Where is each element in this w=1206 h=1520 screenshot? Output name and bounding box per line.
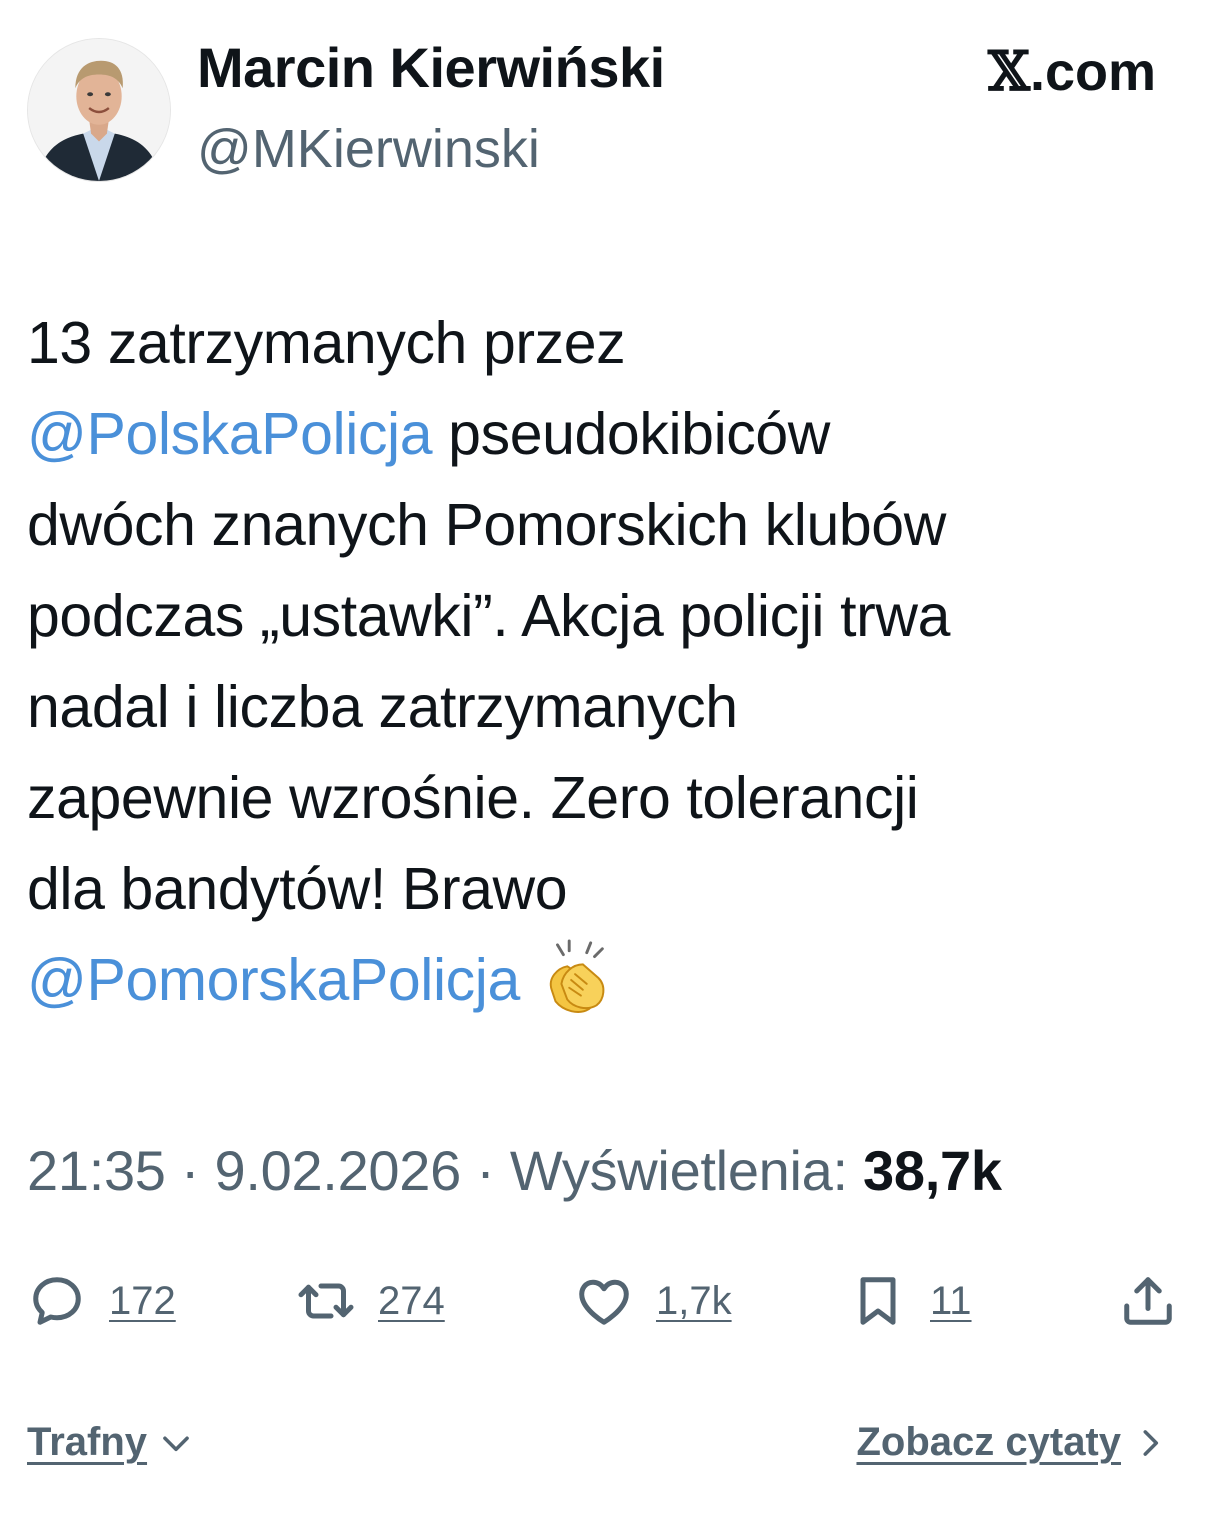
tweet-line: zapewnie wzrośnie. Zero tolerancji [27, 753, 1187, 844]
tweet-text: 13 zatrzymanych przez @PolskaPolicja pse… [27, 298, 1187, 1026]
chevron-right-icon [1143, 1429, 1159, 1456]
tweet-text-segment: nadal i liczba zatrzymanych [27, 674, 738, 740]
share-icon [1124, 1277, 1172, 1325]
share-button[interactable] [1118, 1266, 1178, 1336]
author-handle[interactable]: @MKierwinski [197, 118, 540, 180]
tweet-line: dla bandytów! Brawo [27, 844, 1187, 935]
tweet-line: nadal i liczba zatrzymanych [27, 662, 1187, 753]
bookmark-icon [860, 1277, 896, 1325]
tweet-date[interactable]: 9.02.2026 [215, 1139, 462, 1202]
heart-icon [579, 1279, 629, 1325]
views-label: Wyświetlenia: [509, 1139, 848, 1202]
view-quotes-label: Zobacz cytaty [856, 1420, 1121, 1464]
repost-icon [298, 1283, 354, 1319]
like-button[interactable]: 1,7k [574, 1266, 732, 1336]
reply-count: 172 [109, 1278, 176, 1323]
clapping-hands-icon [549, 939, 605, 1014]
tweet-text-segment: dwóch znanych Pomorskich klubów [27, 492, 946, 558]
tweet-time[interactable]: 21:35 [27, 1139, 166, 1202]
tweet-line: @PomorskaPolicja [27, 935, 1187, 1026]
mention-link-pomorskapolicja[interactable]: @PomorskaPolicja [27, 947, 520, 1013]
repost-button[interactable]: 274 [296, 1266, 445, 1336]
tweet-meta: 21:35 · 9.02.2026 · Wyświetlenia: 38,7k [27, 1136, 1002, 1206]
avatar-photo [28, 39, 170, 181]
tweet-text-segment: dla bandytów! Brawo [27, 856, 568, 922]
site-brand: 𝕏.com [988, 40, 1156, 103]
views-count: 38,7k [863, 1139, 1002, 1202]
mention-link-polskapolicja[interactable]: @PolskaPolicja [27, 401, 433, 467]
repost-count: 274 [378, 1278, 445, 1323]
bookmark-button[interactable]: 11 [848, 1266, 972, 1336]
tweet-text-segment: 13 zatrzymanych przez [27, 310, 626, 376]
site-domain: .com [1029, 42, 1156, 102]
avatar[interactable] [27, 38, 171, 182]
bookmark-count: 11 [930, 1278, 972, 1323]
sort-label: Trafny [27, 1420, 148, 1464]
reply-icon [33, 1277, 81, 1325]
tweet-line: 13 zatrzymanych przez [27, 298, 1187, 389]
author-name[interactable]: Marcin Kierwiński [197, 36, 665, 100]
view-quotes-link[interactable]: Zobacz cytaty [856, 1420, 1169, 1465]
tweet-line: @PolskaPolicja pseudokibiców [27, 389, 1187, 480]
tweet-text-segment: pseudokibiców [432, 401, 830, 467]
reply-button[interactable]: 172 [27, 1266, 176, 1336]
tweet-text-segment: podczas „ustawki”. Akcja policji trwa [27, 583, 950, 649]
tweet-line: podczas „ustawki”. Akcja policji trwa [27, 571, 1187, 662]
tweet-line: dwóch znanych Pomorskich klubów [27, 480, 1187, 571]
meta-separator: · [165, 1139, 215, 1202]
meta-separator: · [460, 1139, 510, 1202]
like-count: 1,7k [656, 1278, 732, 1323]
x-logo-icon: 𝕏 [988, 39, 1030, 103]
tweet-text-segment: zapewnie wzrośnie. Zero tolerancji [27, 765, 919, 831]
chevron-down-icon [163, 1436, 189, 1451]
sort-dropdown[interactable]: Trafny [27, 1420, 195, 1465]
action-bar: 172 274 1,7k 11 [0, 1266, 1206, 1336]
